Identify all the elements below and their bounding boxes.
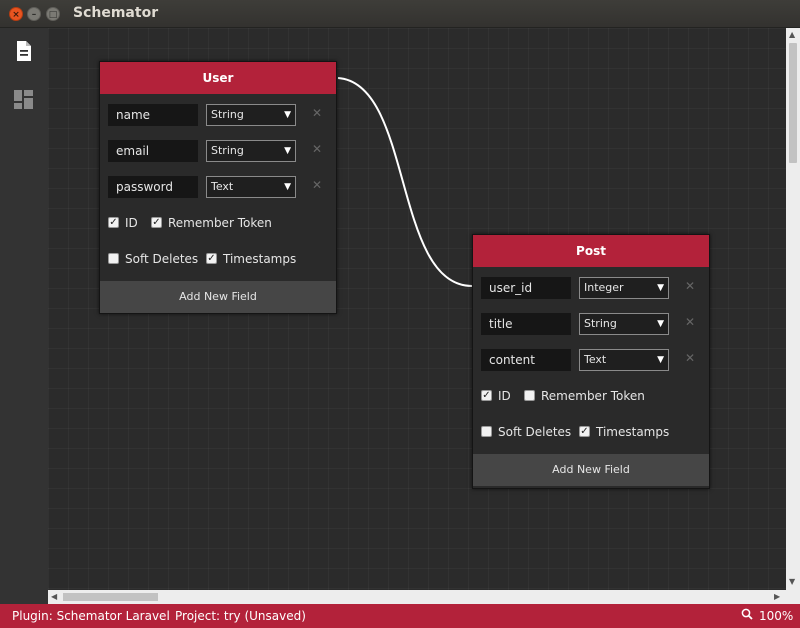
field-name-input[interactable]: name <box>108 104 198 126</box>
option-label: ID <box>498 389 511 403</box>
field-type-select[interactable]: String ▼ <box>579 313 669 335</box>
chevron-down-icon: ▼ <box>657 319 664 329</box>
remember-token-checkbox[interactable] <box>524 390 535 401</box>
field-type-select[interactable]: String ▼ <box>206 140 296 162</box>
field-name-input[interactable]: content <box>481 349 571 371</box>
scroll-left-icon[interactable]: ◀ <box>51 592 57 602</box>
remember-token-checkbox[interactable]: ✓ <box>151 217 162 228</box>
delete-field-icon[interactable]: ✕ <box>685 279 695 293</box>
delete-field-icon[interactable]: ✕ <box>685 351 695 365</box>
option-label: Remember Token <box>168 216 272 230</box>
field-type-select[interactable]: String ▼ <box>206 104 296 126</box>
table-title[interactable]: Post <box>473 235 709 267</box>
dashboard-icon[interactable] <box>13 89 35 111</box>
soft-deletes-checkbox[interactable] <box>481 426 492 437</box>
scroll-up-icon[interactable]: ▲ <box>789 30 795 40</box>
scrollbar-corner <box>786 590 800 604</box>
option-label: Timestamps <box>223 252 297 266</box>
zoom-icon[interactable] <box>741 608 753 623</box>
id-checkbox[interactable]: ✓ <box>108 217 119 228</box>
horizontal-scrollbar[interactable]: ◀ ▶ <box>48 590 786 604</box>
add-field-button[interactable]: Add New Field <box>100 281 336 313</box>
schema-canvas[interactable]: User name String ▼ ✕ email String ▼ ✕ pass… <box>48 28 786 590</box>
delete-field-icon[interactable]: ✕ <box>685 315 695 329</box>
vertical-scrollbar[interactable]: ▲ ▼ <box>786 28 800 590</box>
id-checkbox[interactable]: ✓ <box>481 390 492 401</box>
title-bar: × – □ Schemator <box>0 0 800 28</box>
add-field-button[interactable]: Add New Field <box>473 454 709 486</box>
chevron-down-icon: ▼ <box>284 110 291 120</box>
status-bar: Plugin: Schemator Laravel Project: try (… <box>0 604 800 628</box>
zoom-level[interactable]: 100% <box>759 609 793 623</box>
option-label: Remember Token <box>541 389 645 403</box>
field-name-input[interactable]: password <box>108 176 198 198</box>
sidebar <box>0 28 48 604</box>
table-title[interactable]: User <box>100 62 336 94</box>
option-label: ID <box>125 216 138 230</box>
chevron-down-icon: ▼ <box>284 146 291 156</box>
horizontal-scroll-thumb[interactable] <box>63 593 158 601</box>
chevron-down-icon: ▼ <box>284 182 291 192</box>
field-type-select[interactable]: Text ▼ <box>206 176 296 198</box>
project-status: Project: try (Unsaved) <box>175 609 306 623</box>
table-card-post[interactable]: Post user_id Integer ▼ ✕ title String ▼ ✕ … <box>472 234 710 489</box>
minimize-window-button[interactable]: – <box>27 7 41 21</box>
delete-field-icon[interactable]: ✕ <box>312 106 322 120</box>
delete-field-icon[interactable]: ✕ <box>312 178 322 192</box>
scroll-down-icon[interactable]: ▼ <box>789 577 795 587</box>
vertical-scroll-thumb[interactable] <box>789 43 797 163</box>
delete-field-icon[interactable]: ✕ <box>312 142 322 156</box>
scroll-right-icon[interactable]: ▶ <box>774 592 780 602</box>
document-icon[interactable] <box>13 40 35 62</box>
timestamps-checkbox[interactable]: ✓ <box>579 426 590 437</box>
option-label: Timestamps <box>596 425 670 439</box>
soft-deletes-checkbox[interactable] <box>108 253 119 264</box>
chevron-down-icon: ▼ <box>657 355 664 365</box>
field-type-select[interactable]: Text ▼ <box>579 349 669 371</box>
field-name-input[interactable]: email <box>108 140 198 162</box>
close-window-button[interactable]: × <box>9 7 23 21</box>
option-label: Soft Deletes <box>125 252 199 266</box>
option-label: Soft Deletes <box>498 425 572 439</box>
table-card-user[interactable]: User name String ▼ ✕ email String ▼ ✕ pass… <box>99 61 337 314</box>
window-title: Schemator <box>73 5 159 21</box>
plugin-status: Plugin: Schemator Laravel <box>12 609 170 623</box>
maximize-window-button[interactable]: □ <box>46 7 60 21</box>
field-name-input[interactable]: title <box>481 313 571 335</box>
timestamps-checkbox[interactable]: ✓ <box>206 253 217 264</box>
chevron-down-icon: ▼ <box>657 283 664 293</box>
field-name-input[interactable]: user_id <box>481 277 571 299</box>
field-type-select[interactable]: Integer ▼ <box>579 277 669 299</box>
